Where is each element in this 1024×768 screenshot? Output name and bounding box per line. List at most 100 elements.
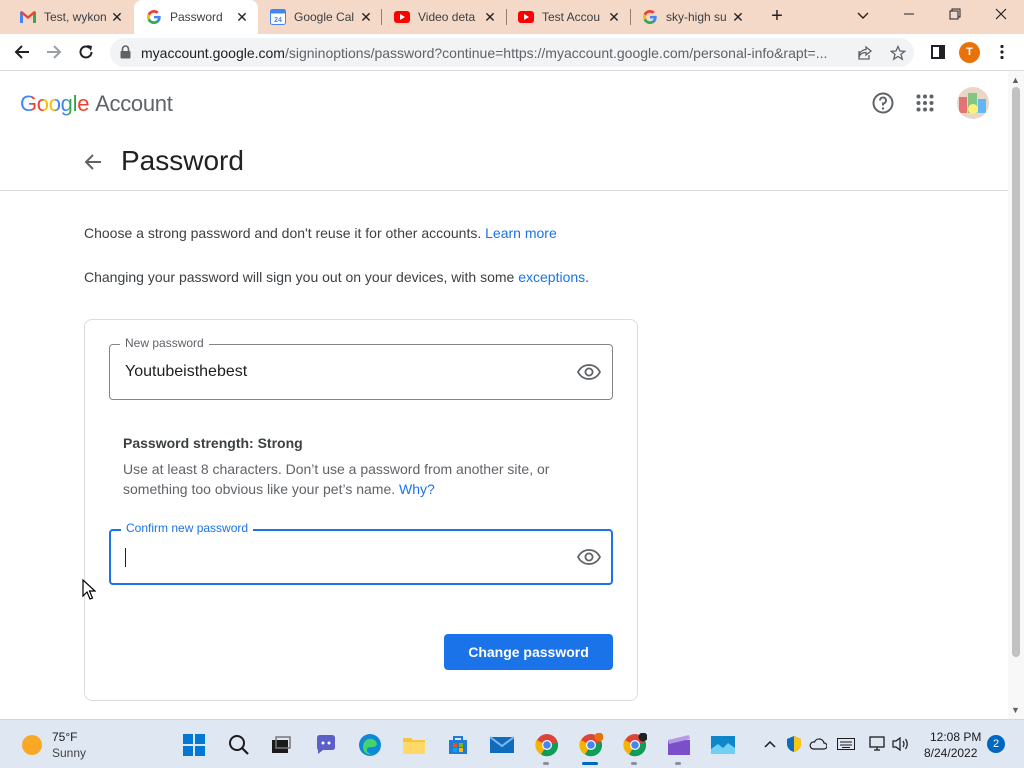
exceptions-link[interactable]: exceptions xyxy=(518,269,585,285)
confirm-password-field[interactable]: Confirm new password xyxy=(109,521,613,585)
network-monitor-icon[interactable] xyxy=(869,735,887,753)
keyboard-icon[interactable] xyxy=(837,735,855,753)
signout-paragraph: Changing your password will sign you out… xyxy=(84,269,589,285)
google-account-logo[interactable]: Google Account xyxy=(20,91,173,117)
minimize-icon[interactable] xyxy=(894,4,924,28)
show-password-eye-icon[interactable] xyxy=(576,545,602,569)
restore-icon[interactable] xyxy=(940,4,970,28)
gmail-icon xyxy=(20,9,36,25)
reload-icon[interactable] xyxy=(73,39,99,65)
tab-title: Password xyxy=(170,10,223,24)
intro-text: Choose a strong password and don't reuse… xyxy=(84,225,482,241)
tab-title: Test Accou xyxy=(542,10,601,24)
tab-sky-high[interactable]: sky-high su ✕ xyxy=(630,0,754,34)
close-tab-icon[interactable]: ✕ xyxy=(234,9,250,26)
password-hint-text: Use at least 8 characters. Don’t use a p… xyxy=(123,461,550,497)
windows-start-icon[interactable] xyxy=(181,732,207,758)
new-password-field[interactable]: New password Youtubeisthebest xyxy=(109,336,613,400)
google-icon xyxy=(642,9,658,25)
close-tab-icon[interactable]: ✕ xyxy=(109,9,125,26)
url-path: /signinoptions/password?continue=https:/… xyxy=(284,45,828,61)
account-avatar[interactable] xyxy=(957,87,989,119)
weather-condition[interactable]: Sunny xyxy=(52,746,86,760)
page-scrollbar[interactable]: ▲ ▼ xyxy=(1008,71,1024,719)
google-wordmark: Google xyxy=(20,91,90,116)
tab-title: Google Cal xyxy=(294,10,355,24)
scroll-up-arrow-icon[interactable]: ▲ xyxy=(1011,75,1020,85)
clock-date[interactable]: 8/24/2022 xyxy=(924,746,977,760)
chrome-profile-icon[interactable] xyxy=(622,732,648,758)
show-password-eye-icon[interactable] xyxy=(576,360,602,384)
confirm-password-label: Confirm new password xyxy=(121,521,254,535)
close-tab-icon[interactable]: ✕ xyxy=(482,9,498,26)
change-password-button[interactable]: Change password xyxy=(444,634,613,670)
password-form-card: New password Youtubeisthebest Password s… xyxy=(84,319,638,701)
clock-time[interactable]: 12:08 PM xyxy=(930,730,981,744)
video-editor-icon[interactable] xyxy=(666,732,692,758)
share-icon[interactable] xyxy=(856,44,874,62)
help-icon[interactable] xyxy=(871,91,895,115)
taskbar-active-indicator xyxy=(582,762,598,765)
forward-arrow-icon[interactable] xyxy=(41,39,67,65)
url-text[interactable]: myaccount.google.com/signinoptions/passw… xyxy=(141,45,853,61)
tab-title: sky-high su xyxy=(666,10,727,24)
tab-video-details[interactable]: Video deta ✕ xyxy=(382,0,506,34)
tab-search-chevron-icon[interactable] xyxy=(848,4,878,28)
bookmark-star-icon[interactable] xyxy=(889,44,907,62)
teams-chat-icon[interactable] xyxy=(313,732,339,758)
apps-grid-icon[interactable] xyxy=(913,91,937,115)
google-account-header: Google Account xyxy=(0,71,1008,137)
volume-icon[interactable] xyxy=(892,735,910,753)
show-hidden-icons-chevron-icon[interactable] xyxy=(761,735,779,753)
url-host: myaccount.google.com xyxy=(141,45,285,61)
tab-google-calendar[interactable]: 24 Google Cal ✕ xyxy=(258,0,382,34)
taskbar-running-indicator xyxy=(543,762,549,765)
search-icon[interactable] xyxy=(226,732,252,758)
svg-text:24: 24 xyxy=(274,17,282,24)
more-vert-icon[interactable] xyxy=(989,39,1015,65)
file-explorer-icon[interactable] xyxy=(401,732,427,758)
tab-title: Test, wykon xyxy=(44,10,107,24)
edge-browser-icon[interactable] xyxy=(357,732,383,758)
address-bar[interactable]: myaccount.google.com/signinoptions/passw… xyxy=(110,38,914,67)
weather-sun-icon[interactable] xyxy=(22,735,42,755)
lock-icon[interactable] xyxy=(120,45,131,64)
microsoft-store-icon[interactable] xyxy=(445,732,471,758)
browser-tab-strip: Test, wykon ✕ Password ✕ 24 Google Cal ✕… xyxy=(0,0,1024,34)
page-title-bar: Password xyxy=(0,137,1008,191)
password-strength-label: Password strength: Strong xyxy=(123,435,303,451)
signout-period: . xyxy=(585,269,590,285)
new-password-value[interactable]: Youtubeisthebest xyxy=(125,363,247,381)
side-panel-icon[interactable] xyxy=(925,39,951,65)
security-shield-icon[interactable] xyxy=(785,735,803,753)
close-tab-icon[interactable]: ✕ xyxy=(358,9,374,26)
why-link[interactable]: Why? xyxy=(399,481,435,497)
notification-count-badge[interactable]: 2 xyxy=(987,735,1005,753)
profile-avatar[interactable]: T xyxy=(959,42,980,63)
task-view-icon[interactable] xyxy=(268,732,294,758)
scrollbar-thumb[interactable] xyxy=(1012,87,1020,657)
tab-gmail[interactable]: Test, wykon ✕ xyxy=(0,0,133,34)
onedrive-cloud-icon[interactable] xyxy=(809,735,827,753)
chrome-profile-icon[interactable] xyxy=(578,732,604,758)
close-tab-icon[interactable]: ✕ xyxy=(730,9,746,26)
back-arrow-icon[interactable] xyxy=(9,39,35,65)
page-title: Password xyxy=(121,145,244,176)
close-window-icon[interactable] xyxy=(986,4,1016,28)
mail-icon[interactable] xyxy=(489,732,515,758)
chrome-icon[interactable] xyxy=(534,732,560,758)
tab-title: Video deta xyxy=(418,10,476,24)
intro-paragraph: Choose a strong password and don't reuse… xyxy=(84,225,557,241)
google-calendar-icon: 24 xyxy=(270,9,286,25)
scroll-down-arrow-icon[interactable]: ▼ xyxy=(1011,705,1020,715)
new-tab-plus-icon[interactable]: + xyxy=(766,6,788,28)
tab-password[interactable]: Password ✕ xyxy=(134,0,258,34)
learn-more-link[interactable]: Learn more xyxy=(485,225,557,241)
google-icon xyxy=(146,9,162,25)
photos-app-icon[interactable] xyxy=(710,732,736,758)
close-tab-icon[interactable]: ✕ xyxy=(606,9,622,26)
weather-temperature[interactable]: 75°F xyxy=(52,730,77,744)
back-arrow-icon[interactable] xyxy=(80,149,106,175)
tab-test-account[interactable]: Test Accou ✕ xyxy=(506,0,630,34)
password-hint: Use at least 8 characters. Don’t use a p… xyxy=(123,459,583,499)
